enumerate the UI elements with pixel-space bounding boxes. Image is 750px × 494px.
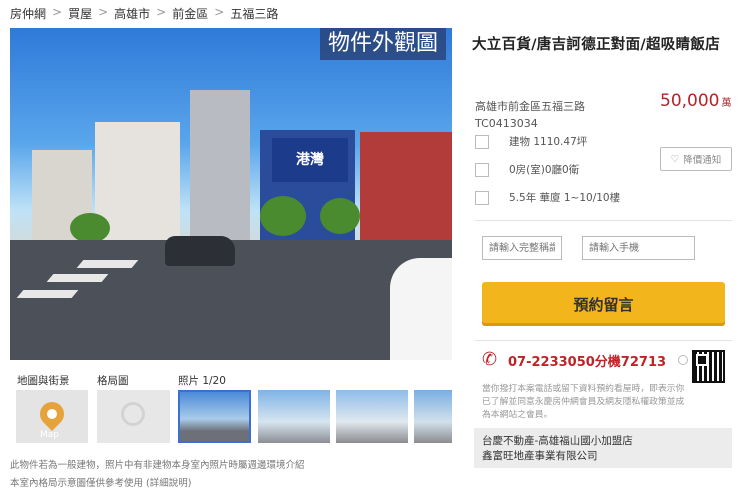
floorplan-thumbnail[interactable] <box>97 390 170 443</box>
photo-sign: 港灣 <box>272 138 348 182</box>
price-value: 50,000 <box>660 91 720 111</box>
breadcrumb-district[interactable]: 前金區 <box>172 5 208 22</box>
divider <box>475 340 732 341</box>
notify-label: 降價通知 <box>683 155 722 166</box>
qr-code-icon <box>692 350 725 383</box>
map-thumbnail[interactable]: Map <box>16 390 88 443</box>
spec-age: 5.5年 華廈 1~10/10樓 <box>475 190 620 205</box>
photo-thumbnail[interactable] <box>258 390 330 443</box>
contact-phone[interactable]: ✆ 07-2233050分機72713 <box>482 349 689 370</box>
breadcrumb-home[interactable]: 房仲網 <box>10 5 46 22</box>
photo-thumbnail[interactable] <box>336 390 408 443</box>
photo-tree <box>260 196 306 236</box>
privacy-notice: 當你撥打本案電話或留下資料預約看屋時，即表示你已了解並同意永慶房仲網會員及網友隱… <box>482 384 685 420</box>
name-input[interactable] <box>482 236 562 260</box>
map-thumb-label: Map <box>40 430 59 440</box>
agency-info: 台慶不動產-高雄福山國小加盟店 鑫富旺地產事業有限公司 <box>474 428 732 468</box>
photo-car <box>390 258 452 360</box>
photo-tree <box>70 213 110 243</box>
main-photo[interactable]: 港灣 物件外觀圖 <box>10 28 452 360</box>
agency-branch: 台慶不動產-高雄福山國小加盟店 <box>482 435 633 447</box>
info-icon[interactable] <box>678 355 689 365</box>
listing-price: 50,000 萬 <box>660 91 731 111</box>
breadcrumb-separator: > <box>98 5 109 19</box>
photo-crosswalk <box>16 290 79 298</box>
price-unit: 萬 <box>721 98 732 109</box>
photo-note: 此物件若為一般建物，照片中有非建物本身室內照片時屬週邊環境介紹 <box>10 460 305 471</box>
photo-crosswalk <box>46 274 109 282</box>
bed-icon <box>475 162 489 177</box>
placeholder-icon <box>121 402 145 426</box>
spec-rooms: 0房(室)0廳0衛 <box>475 162 579 177</box>
phone-icon: ✆ <box>482 349 498 370</box>
price-drop-notify-button[interactable]: ♡ 降價通知 <box>660 147 732 171</box>
divider <box>475 220 732 221</box>
breadcrumb-road[interactable]: 五福三路 <box>230 5 278 22</box>
breadcrumb-buy[interactable]: 買屋 <box>68 5 92 22</box>
photo-car <box>165 236 235 266</box>
tab-map[interactable]: 地圖與街景 <box>17 373 70 388</box>
breadcrumb-separator: > <box>156 5 167 19</box>
area-icon <box>475 134 489 149</box>
phone-number: 07-2233050分機72713 <box>508 354 667 370</box>
listing-title: 大立百貨/唐吉訶德正對面/超吸睛飯店 <box>472 37 720 53</box>
listing-address: 高雄市前金區五福三路 <box>475 100 585 113</box>
tab-floorplan[interactable]: 格局圖 <box>97 373 129 388</box>
agency-company: 鑫富旺地產事業有限公司 <box>482 450 598 462</box>
breadcrumb-separator: > <box>214 5 225 19</box>
breadcrumb: 房仲網 > 買屋 > 高雄市 > 前金區 > 五福三路 <box>10 5 278 22</box>
book-message-button[interactable]: 預約留言 <box>482 282 725 326</box>
photo-building <box>360 132 452 240</box>
gallery-tabs: 地圖與街景 格局圖 照片 1/20 <box>10 373 452 387</box>
heart-icon: ♡ <box>670 153 680 165</box>
breadcrumb-city[interactable]: 高雄市 <box>114 5 150 22</box>
photo-crosswalk <box>76 260 139 268</box>
spec-area: 建物 1110.47坪 <box>475 134 587 149</box>
photo-thumbnail-active[interactable] <box>178 390 251 443</box>
map-pin-icon <box>35 397 69 431</box>
photo-thumbnail[interactable] <box>414 390 452 443</box>
tab-photos[interactable]: 照片 1/20 <box>178 373 226 388</box>
spec-age-text: 5.5年 華廈 1~10/10樓 <box>509 192 621 204</box>
photo-building <box>190 90 250 240</box>
document-icon <box>475 190 489 205</box>
photo-tree <box>320 198 360 234</box>
floorplan-note: 本室內格局示意圖僅供參考使用 (詳細說明) <box>10 478 192 489</box>
spec-rooms-text: 0房(室)0廳0衛 <box>509 164 580 176</box>
phone-input[interactable] <box>582 236 695 260</box>
listing-code: TC0413034 <box>475 117 538 130</box>
spec-area-text: 建物 1110.47坪 <box>509 136 588 148</box>
photo-overlay-label: 物件外觀圖 <box>319 28 446 60</box>
breadcrumb-separator: > <box>52 5 63 19</box>
